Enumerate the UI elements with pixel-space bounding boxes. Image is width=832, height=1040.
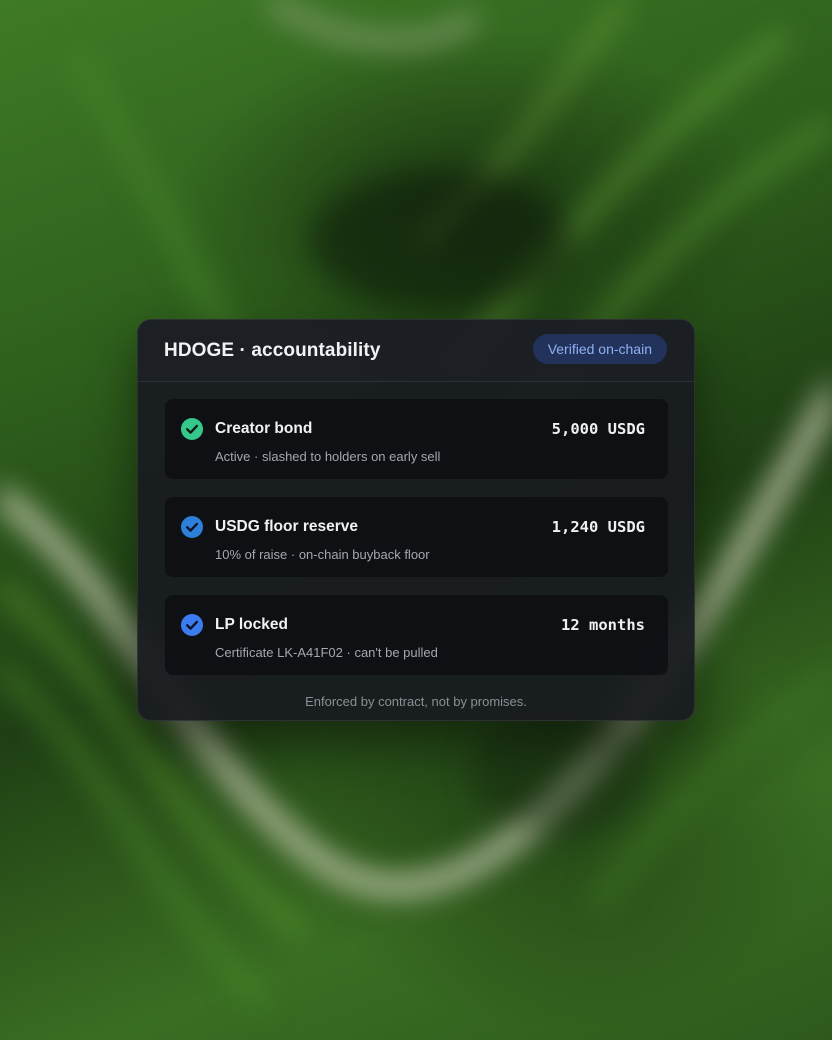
check-circle-icon [181, 614, 203, 636]
row-value: 1,240 USDG [551, 518, 645, 536]
card-header: HDOGE · accountability Verified on-chain [138, 320, 694, 382]
check-circle-icon [181, 516, 203, 538]
card-title: HDOGE · accountability [164, 340, 381, 361]
row-subtitle: Certificate LK-A41F02 · can't be pulled [215, 645, 438, 660]
check-circle-icon [181, 418, 203, 440]
list-item-usdg-floor-reserve: USDG floor reserve 10% of raise · on-cha… [165, 497, 668, 577]
row-value: 12 months [561, 616, 645, 634]
row-subtitle: Active · slashed to holders on early sel… [215, 449, 441, 464]
row-value: 5,000 USDG [551, 420, 645, 438]
row-subtitle: 10% of raise · on-chain buyback floor [215, 547, 430, 562]
list-item-lp-locked: LP locked Certificate LK-A41F02 · can't … [165, 595, 668, 675]
list-item-creator-bond: Creator bond Active · slashed to holders… [165, 399, 668, 479]
card-footnote: Enforced by contract, not by promises. [305, 694, 527, 709]
row-title: LP locked [215, 616, 288, 633]
accountability-card: HDOGE · accountability Verified on-chain… [137, 319, 695, 721]
row-title: USDG floor reserve [215, 518, 358, 535]
verified-badge: Verified on-chain [532, 334, 667, 364]
row-title: Creator bond [215, 420, 313, 437]
